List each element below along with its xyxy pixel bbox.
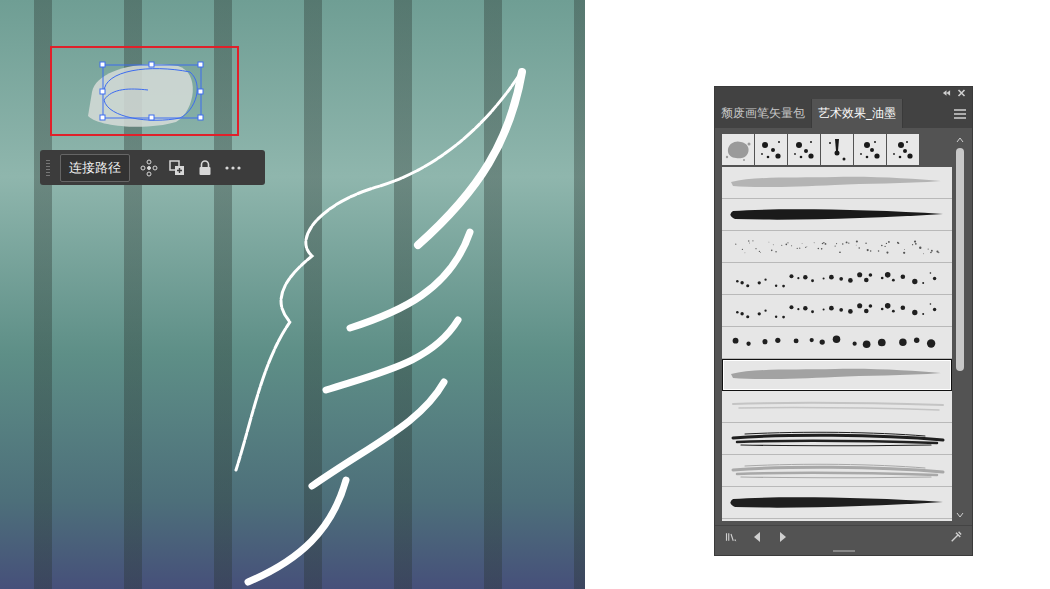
brush-list-area	[715, 128, 972, 525]
stroke-brush[interactable]	[722, 359, 952, 391]
scrollbar[interactable]	[954, 134, 966, 521]
streak-stroke-icon	[725, 392, 949, 422]
duplicate-icon[interactable]	[168, 159, 186, 177]
brush-strokes[interactable]	[0, 0, 585, 589]
drops-icon	[789, 135, 819, 165]
scatter-brush[interactable]	[722, 134, 754, 165]
drybrush-stroke-icon	[725, 424, 949, 454]
scatter-brush[interactable]	[788, 134, 820, 165]
tab[interactable]: 颓废画笔矢量包	[715, 99, 812, 128]
smear-stroke-icon	[725, 360, 949, 390]
previous-icon[interactable]	[751, 531, 763, 543]
stroke-brush[interactable]	[722, 487, 952, 519]
panel-area: 颓废画笔矢量包艺术效果_油墨	[585, 0, 1050, 589]
collapse-icon[interactable]	[942, 89, 951, 97]
stroke-brush[interactable]	[722, 391, 952, 423]
selected-path[interactable]	[88, 62, 203, 127]
page: 连接路径 颓废画笔矢量包艺术效果_油墨	[0, 0, 1050, 589]
splat-icon	[723, 135, 753, 165]
bold-stroke-icon	[725, 488, 949, 518]
drops-icon	[888, 135, 918, 165]
scatter-brush[interactable]	[821, 134, 853, 165]
panel-bottom-bar	[715, 525, 972, 548]
scatter-brush[interactable]	[755, 134, 787, 165]
close-icon[interactable]	[957, 89, 966, 97]
remove-brush-icon[interactable]	[950, 531, 962, 543]
drops-icon	[855, 135, 885, 165]
lock-icon[interactable]	[196, 159, 214, 177]
drybrush-stroke-icon	[725, 456, 949, 486]
tab-bar: 颓废画笔矢量包艺术效果_油墨	[715, 99, 972, 128]
photo	[0, 0, 585, 589]
scatter-brush-row	[722, 134, 952, 167]
grip-icon[interactable]	[46, 160, 50, 176]
stroke-brush[interactable]	[722, 263, 952, 295]
next-icon[interactable]	[777, 531, 789, 543]
blots-stroke-icon	[725, 328, 949, 358]
stroke-brush[interactable]	[722, 423, 952, 455]
scroll-down-icon[interactable]	[956, 512, 964, 518]
scatter-brush[interactable]	[854, 134, 886, 165]
scroll-thumb[interactable]	[956, 148, 964, 371]
stroke-brush[interactable]	[722, 455, 952, 487]
stroke-brush[interactable]	[722, 199, 952, 231]
spatter-stroke-icon	[725, 264, 949, 294]
scatter-brush[interactable]	[887, 134, 919, 165]
stroke-brush[interactable]	[722, 167, 952, 199]
speckle-stroke-icon	[725, 232, 949, 262]
resize-grip[interactable]	[715, 548, 972, 555]
tab[interactable]: 艺术效果_油墨	[812, 99, 903, 128]
artboard[interactable]: 连接路径	[0, 0, 585, 589]
bold-stroke-icon	[725, 200, 949, 230]
drip-icon	[822, 135, 852, 165]
join-path-button[interactable]: 连接路径	[60, 154, 130, 182]
more-icon[interactable]	[224, 159, 242, 177]
scroll-up-icon[interactable]	[956, 137, 964, 143]
selection-box	[50, 46, 239, 136]
context-toolbar: 连接路径	[40, 150, 265, 185]
stroke-brush[interactable]	[722, 295, 952, 327]
stroke-brush[interactable]	[722, 327, 952, 359]
panel-menu-icon[interactable]	[954, 109, 966, 119]
stroke-brush[interactable]	[722, 231, 952, 263]
brush-panel: 颓废画笔矢量包艺术效果_油墨	[715, 87, 972, 555]
library-icon[interactable]	[725, 531, 737, 543]
drops-icon	[756, 135, 786, 165]
panel-title-bar[interactable]	[715, 87, 972, 99]
spatter-stroke-icon	[725, 296, 949, 326]
anchor-points-icon[interactable]	[140, 159, 158, 177]
smear-stroke-icon	[725, 168, 949, 198]
